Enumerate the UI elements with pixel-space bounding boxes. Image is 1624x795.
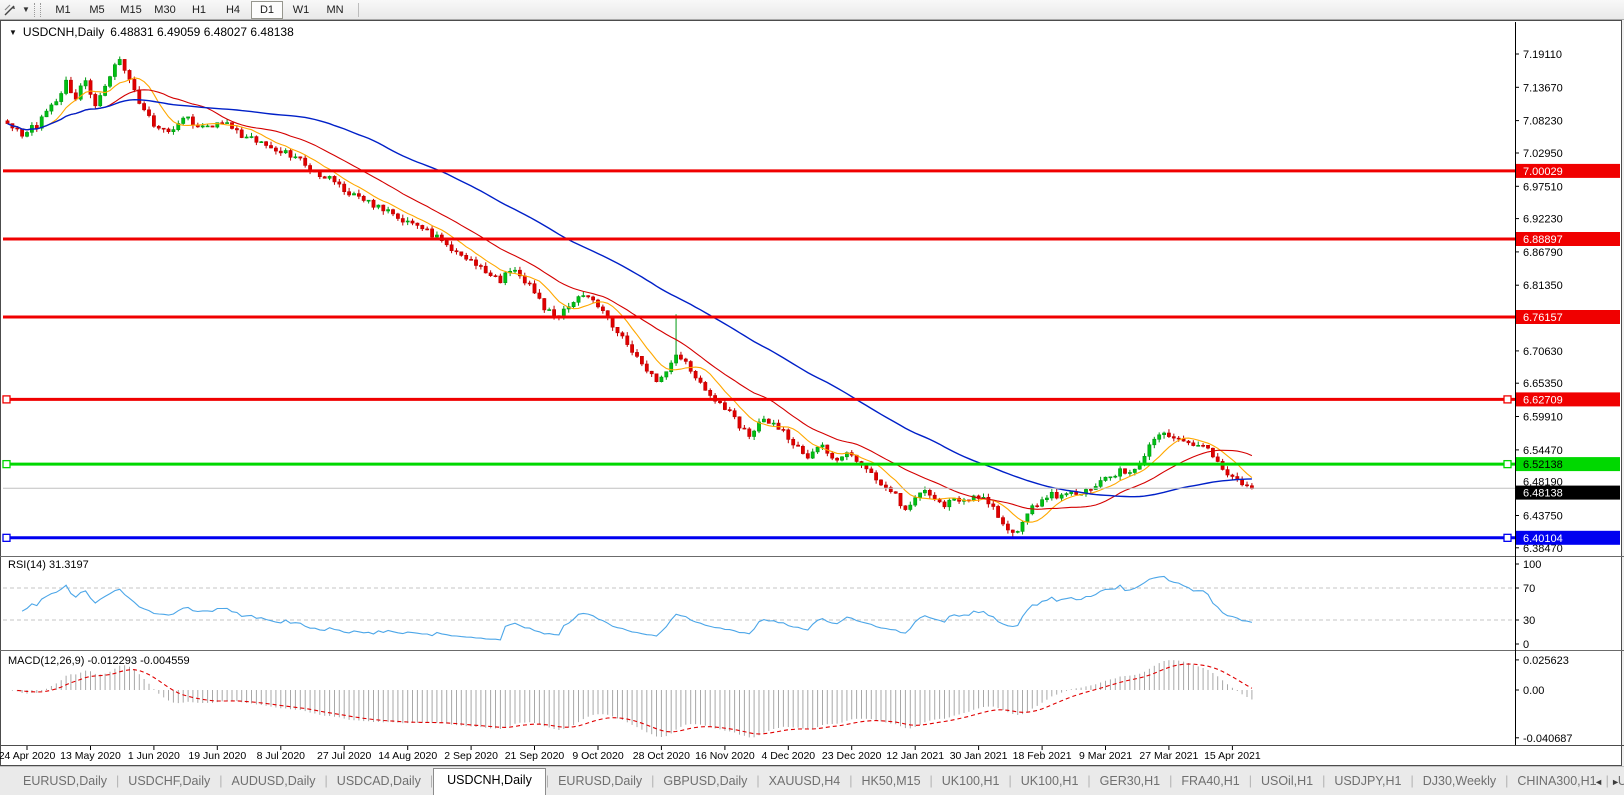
line-studies-icon[interactable] <box>0 1 20 19</box>
bottom-tab-china300-h1[interactable]: CHINA300,H1 <box>1508 770 1605 795</box>
bottom-tab-xauusd-h4[interactable]: XAUUSD,H4 <box>760 770 850 795</box>
toolbar-grip[interactable] <box>34 3 41 17</box>
chart-symbol-label: USDCNH,Daily <box>23 25 104 39</box>
bottom-tab-usdcnh-daily[interactable]: USDCNH,Daily <box>433 768 546 795</box>
timeframe-button-m15[interactable]: M15 <box>115 1 147 19</box>
macd-name: MACD(12,26,9) <box>8 655 84 667</box>
timeframe-button-group: M1M5M15M30H1H4D1W1MN <box>46 1 352 19</box>
bottom-tab-fra40-h1[interactable]: FRA40,H1 <box>1172 770 1248 795</box>
timeframe-button-h4[interactable]: H4 <box>217 1 249 19</box>
macd-values: -0.012293 -0.004559 <box>87 655 189 667</box>
bottom-tab-eurusd-daily[interactable]: EURUSD,Daily <box>14 770 116 795</box>
bottom-tab-gbpusd-daily[interactable]: GBPUSD,Daily <box>654 770 756 795</box>
rsi-indicator-label: RSI(14) 31.3197 <box>8 559 89 571</box>
bottom-tab-audusd-daily[interactable]: AUDUSD,Daily <box>223 770 325 795</box>
timeframe-button-m5[interactable]: M5 <box>81 1 113 19</box>
tab-scroll-buttons: ◄ ► <box>1594 777 1620 787</box>
bottom-tab-hk50-m15[interactable]: HK50,M15 <box>852 770 929 795</box>
timeframe-button-h1[interactable]: H1 <box>183 1 215 19</box>
bottom-tab-usdchf-daily[interactable]: USDCHF,Daily <box>119 770 219 795</box>
macd-indicator-label: MACD(12,26,9) -0.012293 -0.004559 <box>8 655 190 667</box>
rsi-value: 31.3197 <box>49 559 89 571</box>
chart-ohlc-values: 6.48831 6.49059 6.48027 6.48138 <box>110 25 294 39</box>
tab-scroll-right-icon[interactable]: ► <box>1611 777 1620 787</box>
bottom-tab-usoil-h1[interactable]: USOil,H1 <box>1252 770 1322 795</box>
timeframe-button-m30[interactable]: M30 <box>149 1 181 19</box>
timeframe-button-w1[interactable]: W1 <box>285 1 317 19</box>
top-toolbar: ▼ M1M5M15M30H1H4D1W1MN <box>0 0 1624 20</box>
toolbar-dropdown-arrow[interactable]: ▼ <box>20 5 32 14</box>
bottom-tab-uk100-h1[interactable]: UK100,H1 <box>933 770 1009 795</box>
bottom-tab-dj30-weekly[interactable]: DJ30,Weekly <box>1414 770 1505 795</box>
timeframe-button-mn[interactable]: MN <box>319 1 351 19</box>
collapse-triangle-icon[interactable]: ▼ <box>9 28 17 37</box>
bottom-tab-uk100-h1[interactable]: UK100,H1 <box>1012 770 1088 795</box>
timeframe-button-d1[interactable]: D1 <box>251 1 283 19</box>
chart-window <box>0 20 1622 766</box>
bottom-tab-usdjpy-h1[interactable]: USDJPY,H1 <box>1325 770 1410 795</box>
bottom-tab-usdcad-daily[interactable]: USDCAD,Daily <box>328 770 430 795</box>
timeframe-button-m1[interactable]: M1 <box>47 1 79 19</box>
bottom-tab-eurusd-daily[interactable]: EURUSD,Daily <box>549 770 651 795</box>
bottom-tab-ger30-h1[interactable]: GER30,H1 <box>1091 770 1169 795</box>
toolbar-separator <box>358 3 359 17</box>
symbol-tab-bar: EURUSD,Daily|USDCHF,Daily|AUDUSD,Daily|U… <box>0 766 1624 795</box>
chart-title: ▼ USDCNH,Daily 6.48831 6.49059 6.48027 6.4… <box>9 25 294 39</box>
tab-scroll-left-icon[interactable]: ◄ <box>1594 777 1603 787</box>
rsi-name: RSI(14) <box>8 559 46 571</box>
